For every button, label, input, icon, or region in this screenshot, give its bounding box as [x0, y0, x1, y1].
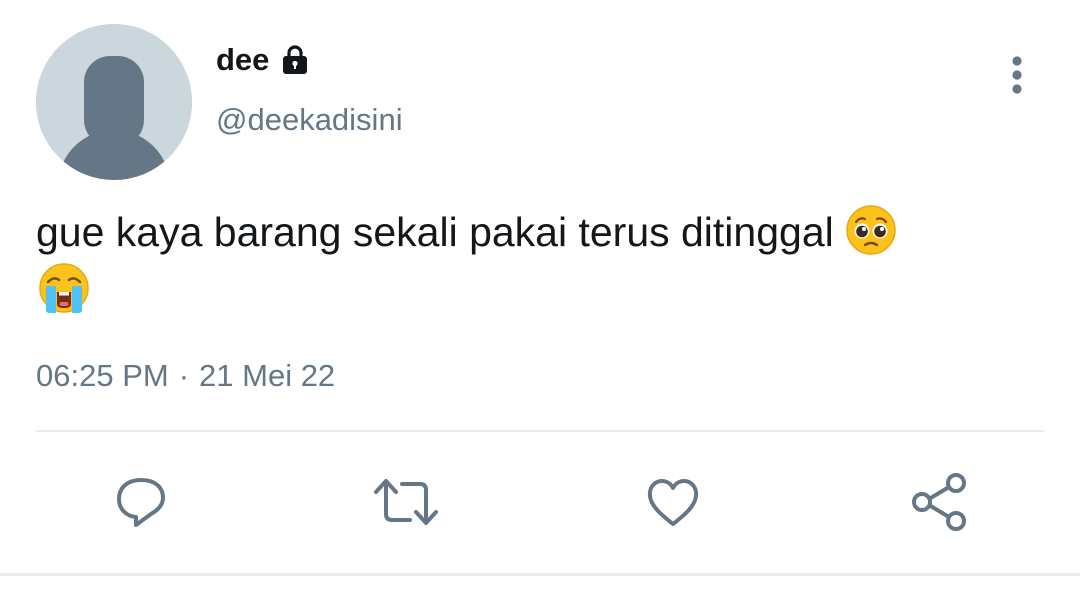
- bottom-divider: [0, 573, 1080, 576]
- display-name[interactable]: dee: [216, 40, 269, 80]
- more-vertical-icon[interactable]: [1000, 54, 1034, 98]
- lock-icon: [278, 43, 312, 77]
- share-icon: [912, 473, 966, 531]
- default-avatar-icon: [36, 24, 192, 180]
- divider: [36, 430, 1044, 432]
- tweet-actions-bar: [0, 465, 1080, 539]
- loudly-crying-face-emoji: [38, 262, 90, 314]
- tweet-timestamp[interactable]: 06:25 PM · 21 Mei 22: [36, 356, 335, 396]
- timestamp-separator: ·: [178, 358, 190, 393]
- tweet-text: gue kaya barang sekali pakai terus ditin…: [36, 204, 1036, 314]
- pleading-face-emoji: [845, 204, 897, 256]
- retweet-icon: [374, 479, 438, 525]
- reply-icon: [117, 478, 165, 527]
- retweet-button[interactable]: [369, 465, 443, 539]
- reply-button[interactable]: [104, 465, 178, 539]
- avatar[interactable]: [36, 24, 192, 180]
- like-button[interactable]: [636, 465, 710, 539]
- tweet-body: gue kaya barang sekali pakai terus ditin…: [36, 209, 834, 255]
- tweet-card: dee @deekadisini gue kaya barang sekali …: [0, 0, 1080, 594]
- tweet-date: 21 Mei 22: [199, 358, 336, 393]
- share-button[interactable]: [902, 465, 976, 539]
- author-name-row: dee: [216, 40, 312, 80]
- author-handle[interactable]: @deekadisini: [216, 100, 403, 140]
- tweet-time: 06:25 PM: [36, 358, 169, 393]
- heart-icon: [647, 479, 699, 526]
